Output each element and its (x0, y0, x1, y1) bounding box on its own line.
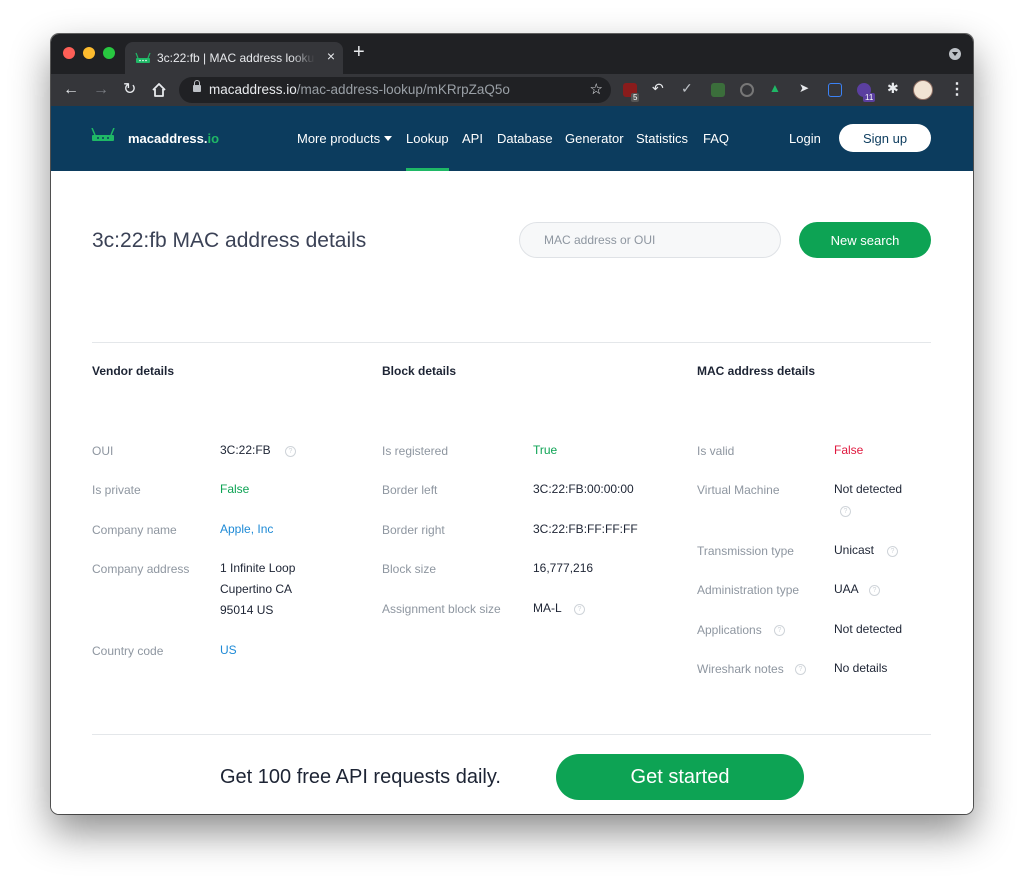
nav-database[interactable]: Database (497, 131, 553, 146)
signup-button[interactable]: Sign up (839, 124, 931, 152)
help-icon[interactable]: ? (887, 546, 898, 557)
browser-menu-icon[interactable]: ⋮ (949, 80, 965, 100)
new-search-button[interactable]: New search (799, 222, 931, 258)
help-icon[interactable]: ? (840, 506, 851, 517)
block-size-label: Block size (382, 562, 437, 576)
router-favicon-icon (135, 52, 151, 63)
circle-extension-icon[interactable] (740, 83, 754, 97)
tab-search-icon[interactable] (949, 48, 961, 60)
help-icon[interactable]: ? (285, 446, 296, 457)
nav-faq[interactable]: FAQ (703, 131, 729, 146)
forward-arrow-icon[interactable]: → (93, 80, 109, 100)
border-left-label: Border left (382, 483, 438, 497)
undo-extension-icon[interactable]: ↶ (652, 80, 666, 96)
address-line-1: 1 Infinite Loop (220, 561, 296, 575)
nav-statistics[interactable]: Statistics (636, 131, 688, 146)
profile-avatar[interactable] (913, 80, 933, 100)
is-registered-label: Is registered (382, 444, 449, 458)
virtual-machine-label: Virtual Machine (697, 483, 780, 497)
mac-search-input[interactable] (519, 222, 781, 258)
cursor-extension-icon[interactable]: ➤ (799, 81, 813, 95)
nav-lookup[interactable]: Lookup (406, 131, 449, 146)
mac-details-heading: MAC address details (697, 364, 816, 378)
vendor-details-heading: Vendor details (92, 364, 175, 378)
is-valid-label: Is valid (697, 444, 735, 458)
nav-api[interactable]: API (462, 131, 483, 146)
company-name-label: Company name (92, 523, 177, 537)
square-extension-icon[interactable] (828, 83, 842, 97)
puzzle-extensions-icon[interactable]: ✱ (887, 80, 901, 96)
virtual-machine-value: Not detected (834, 482, 903, 496)
country-code-link[interactable]: US (220, 640, 237, 661)
browser-window: 3c:22:fb | MAC address lookup × + ← → ↻ … (51, 34, 973, 814)
minimize-window-button[interactable] (83, 47, 95, 59)
address-line-3: 95014 US (220, 603, 274, 617)
block-size-value: 16,777,216 (533, 561, 594, 575)
extension-badge: 11 (863, 93, 876, 102)
check-extension-icon[interactable]: ✓ (681, 80, 695, 96)
is-private-value: False (220, 482, 250, 496)
help-icon[interactable]: ? (774, 625, 785, 636)
login-link[interactable]: Login (789, 131, 821, 146)
tab-strip: 3c:22:fb | MAC address lookup × + (51, 34, 973, 74)
page-content: 3c:22:fb MAC address details New search … (51, 171, 973, 814)
lock-icon (193, 80, 201, 92)
url-text: macaddress.io/mac-address-lookup/mKRrpZa… (209, 82, 510, 97)
nav-generator[interactable]: Generator (565, 131, 624, 146)
divider (92, 734, 931, 735)
address-bar[interactable]: macaddress.io/mac-address-lookup/mKRrpZa… (179, 77, 611, 103)
help-icon[interactable]: ? (574, 604, 585, 615)
tab-close-icon[interactable]: × (327, 48, 335, 64)
new-extension-icon[interactable] (711, 83, 725, 97)
address-line-2: Cupertino CA (220, 582, 293, 596)
caret-down-icon (384, 136, 393, 141)
zoom-window-button[interactable] (103, 47, 115, 59)
administration-type-label: Administration type (697, 583, 800, 597)
new-tab-button[interactable]: + (353, 42, 365, 62)
back-arrow-icon[interactable]: ← (63, 80, 79, 100)
close-window-button[interactable] (63, 47, 75, 59)
divider (92, 342, 931, 343)
transmission-type-value: Unicast (834, 543, 875, 557)
block-details-heading: Block details (382, 364, 457, 378)
tab-title: 3c:22:fb | MAC address lookup (157, 51, 315, 65)
browser-toolbar: ← → ↻ macaddress.io/mac-address-lookup/m… (51, 74, 973, 106)
home-icon[interactable] (151, 82, 167, 98)
arrow-extension-icon[interactable]: ▲ (769, 81, 783, 95)
oui-label: OUI (92, 444, 114, 458)
is-valid-value: False (834, 443, 864, 457)
applications-value: Not detected (834, 622, 903, 636)
transmission-type-label: Transmission type (697, 544, 794, 558)
page-title: 3c:22:fb MAC address details (92, 229, 367, 252)
wireshark-notes-label: Wireshark notes (697, 662, 784, 676)
is-registered-value: True (533, 443, 558, 457)
get-started-button[interactable]: Get started (556, 754, 804, 800)
router-logo-icon[interactable] (91, 128, 115, 142)
is-private-label: Is private (92, 483, 141, 497)
company-address-label: Company address (92, 562, 190, 576)
administration-type-value: UAA (834, 582, 859, 596)
cta-text: Get 100 free API requests daily. (220, 766, 501, 788)
border-right-value: 3C:22:FB:FF:FF:FF (533, 522, 638, 536)
company-name-link[interactable]: Apple, Inc (220, 519, 273, 540)
browser-tab[interactable]: 3c:22:fb | MAC address lookup × (125, 42, 343, 74)
applications-label: Applications (697, 623, 762, 637)
help-icon[interactable]: ? (795, 664, 806, 675)
extension-badge: 5 (631, 93, 640, 102)
border-right-label: Border right (382, 523, 445, 537)
site-logo[interactable]: macaddress.io (128, 131, 219, 146)
country-code-label: Country code (92, 644, 164, 658)
nav-more-products[interactable]: More products (297, 131, 393, 146)
assignment-block-size-value: MA-L (533, 601, 562, 615)
border-left-value: 3C:22:FB:00:00:00 (533, 482, 634, 496)
wireshark-notes-value: No details (834, 661, 888, 675)
assignment-block-size-label: Assignment block size (382, 602, 501, 616)
bookmark-star-icon[interactable]: ☆ (590, 80, 603, 98)
site-header: macaddress.io More products Lookup API D… (51, 106, 973, 171)
help-icon[interactable]: ? (869, 585, 880, 596)
reload-icon[interactable]: ↻ (123, 80, 136, 100)
oui-value: 3C:22:FB (220, 443, 271, 457)
